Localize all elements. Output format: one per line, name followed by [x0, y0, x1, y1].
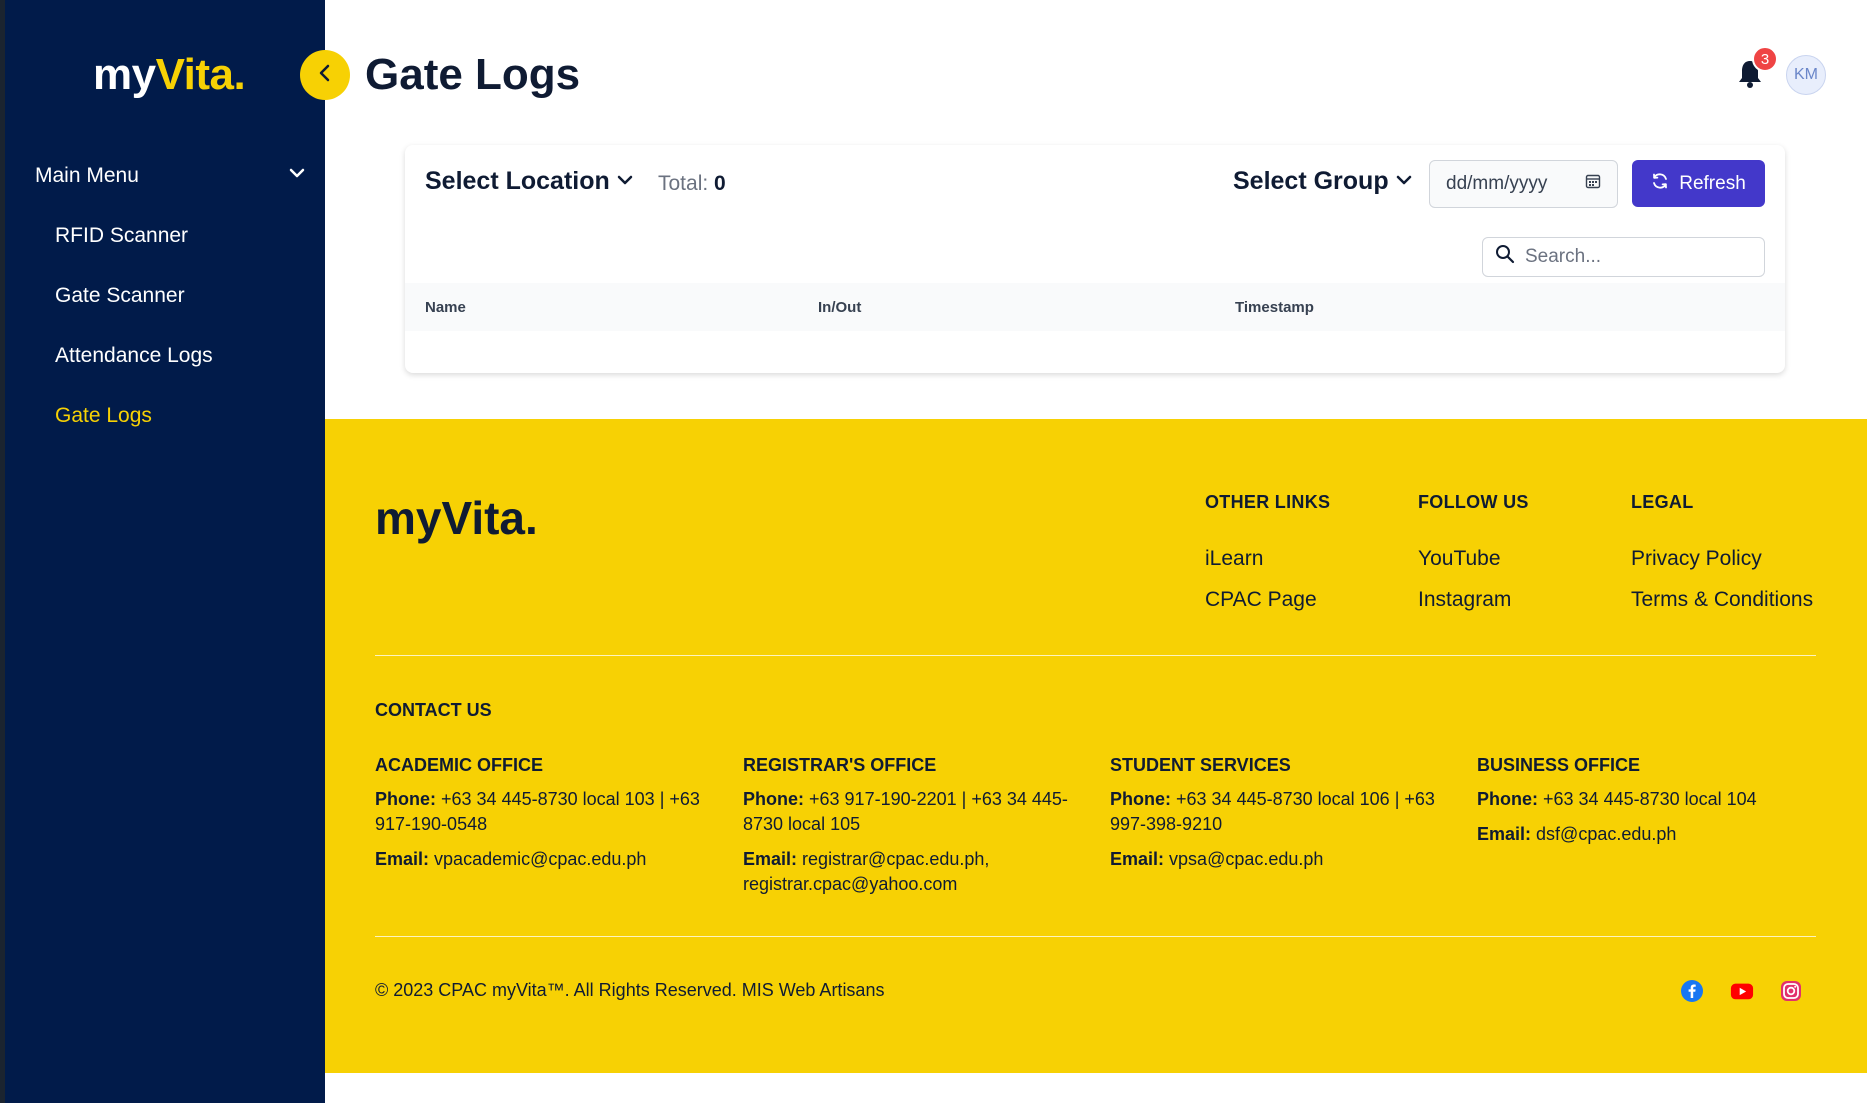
search-input[interactable]: Search...: [1482, 237, 1765, 277]
footer-link-ilearn[interactable]: iLearn: [1205, 547, 1263, 571]
column-header-in-out[interactable]: In/Out: [818, 299, 861, 316]
office-email: Email: vpsa@cpac.edu.ph: [1110, 847, 1450, 872]
notification-count-badge: 3: [1752, 46, 1778, 72]
chevron-down-icon: [287, 163, 307, 189]
footer-logo[interactable]: myVita.: [375, 491, 538, 545]
user-avatar[interactable]: KM: [1786, 55, 1826, 95]
chevron-down-icon: [616, 167, 634, 196]
office-name: STUDENT SERVICES: [1110, 755, 1291, 775]
facebook-icon[interactable]: [1680, 979, 1704, 1003]
office-business: BUSINESS OFFICE Phone: +63 34 445-8730 l…: [1477, 753, 1817, 857]
instagram-icon[interactable]: [1779, 979, 1803, 1003]
sidebar-logo[interactable]: myVita.: [93, 50, 246, 100]
email-value[interactable]: vpacademic@cpac.edu.ph: [434, 849, 646, 869]
chevron-left-icon: [314, 62, 336, 89]
email-label: Email:: [1110, 849, 1165, 869]
select-group-label: Select Group: [1233, 167, 1389, 195]
refresh-button[interactable]: Refresh: [1632, 160, 1765, 207]
gate-logs-card: Select Location Total: 0 Select Group dd…: [405, 145, 1785, 373]
office-registrar: REGISTRAR'S OFFICE Phone: +63 917-190-22…: [743, 753, 1083, 907]
office-name: BUSINESS OFFICE: [1477, 755, 1641, 775]
phone-label: Phone:: [375, 789, 436, 809]
collapse-sidebar-button[interactable]: [300, 50, 350, 100]
column-header-name[interactable]: Name: [425, 299, 466, 316]
follow-us-title: FOLLOW US: [1418, 492, 1529, 512]
office-student-services: STUDENT SERVICES Phone: +63 34 445-8730 …: [1110, 753, 1450, 882]
select-location-dropdown[interactable]: Select Location: [425, 167, 634, 196]
sidebar-item-gate-logs[interactable]: Gate Logs: [55, 404, 152, 428]
sidebar-item-rfid-scanner[interactable]: RFID Scanner: [55, 224, 188, 248]
footer-divider: [375, 936, 1816, 937]
footer-link-privacy-policy[interactable]: Privacy Policy: [1631, 547, 1762, 571]
other-links-title: OTHER LINKS: [1205, 492, 1331, 512]
office-email: Email: dsf@cpac.edu.ph: [1477, 822, 1817, 847]
office-phone: Phone: +63 34 445-8730 local 104: [1477, 787, 1817, 812]
table-header: Name In/Out Timestamp: [405, 283, 1785, 331]
refresh-icon: [1651, 172, 1669, 196]
sidebar: myVita. Main Menu RFID Scanner Gate Scan…: [0, 0, 325, 1103]
bell-icon: [1735, 61, 1765, 94]
office-name: ACADEMIC OFFICE: [375, 755, 543, 775]
phone-label: Phone:: [743, 789, 804, 809]
email-label: Email:: [375, 849, 430, 869]
office-phone: Phone: +63 917-190-2201 | +63 34 445-873…: [743, 787, 1083, 837]
search-icon: [1495, 244, 1515, 270]
refresh-label: Refresh: [1679, 172, 1746, 194]
logo-accent-text: Vita.: [155, 50, 246, 99]
logo-main-text: my: [93, 50, 156, 99]
office-phone: Phone: +63 34 445-8730 local 106 | +63 9…: [1110, 787, 1450, 837]
site-footer: myVita. OTHER LINKS iLearn CPAC Page FOL…: [325, 419, 1867, 1073]
total-label: Total:: [658, 172, 709, 195]
footer-link-youtube[interactable]: YouTube: [1418, 547, 1501, 571]
total-count: Total: 0: [658, 172, 726, 196]
footer-link-cpac-page[interactable]: CPAC Page: [1205, 588, 1317, 612]
office-academic: ACADEMIC OFFICE Phone: +63 34 445-8730 l…: [375, 753, 715, 882]
search-placeholder: Search...: [1525, 246, 1602, 267]
main-menu-toggle[interactable]: Main Menu: [35, 160, 307, 192]
footer-divider: [375, 655, 1816, 656]
email-label: Email:: [743, 849, 798, 869]
copyright-text: © 2023 CPAC myVita™. All Rights Reserved…: [375, 980, 885, 1000]
column-header-timestamp[interactable]: Timestamp: [1235, 299, 1314, 316]
email-value[interactable]: dsf@cpac.edu.ph: [1536, 824, 1676, 844]
office-phone: Phone: +63 34 445-8730 local 103 | +63 9…: [375, 787, 715, 837]
office-name: REGISTRAR'S OFFICE: [743, 755, 937, 775]
footer-link-terms-conditions[interactable]: Terms & Conditions: [1631, 588, 1813, 612]
email-label: Email:: [1477, 824, 1532, 844]
select-group-dropdown[interactable]: Select Group: [1233, 167, 1413, 196]
total-value: 0: [714, 172, 726, 195]
calendar-icon[interactable]: [1585, 173, 1601, 195]
select-location-label: Select Location: [425, 167, 610, 195]
contact-us-title: CONTACT US: [375, 700, 492, 720]
office-email: Email: registrar@cpac.edu.ph, registrar.…: [743, 847, 1083, 897]
phone-label: Phone:: [1477, 789, 1538, 809]
legal-title: LEGAL: [1631, 492, 1694, 512]
date-placeholder: dd/mm/yyyy: [1446, 173, 1548, 194]
date-input[interactable]: dd/mm/yyyy: [1429, 160, 1618, 208]
main-menu-label: Main Menu: [35, 164, 139, 187]
email-value[interactable]: vpsa@cpac.edu.ph: [1169, 849, 1323, 869]
chevron-down-icon: [1395, 167, 1413, 196]
sidebar-item-attendance-logs[interactable]: Attendance Logs: [55, 344, 213, 368]
youtube-icon[interactable]: [1730, 979, 1756, 1003]
page-title: Gate Logs: [365, 50, 581, 99]
footer-link-instagram[interactable]: Instagram: [1418, 588, 1511, 612]
sidebar-item-gate-scanner[interactable]: Gate Scanner: [55, 284, 185, 308]
phone-label: Phone:: [1110, 789, 1171, 809]
phone-value: +63 34 445-8730 local 104: [1543, 789, 1757, 809]
app-root: myVita. Main Menu RFID Scanner Gate Scan…: [0, 0, 1867, 1103]
office-email: Email: vpacademic@cpac.edu.ph: [375, 847, 715, 872]
